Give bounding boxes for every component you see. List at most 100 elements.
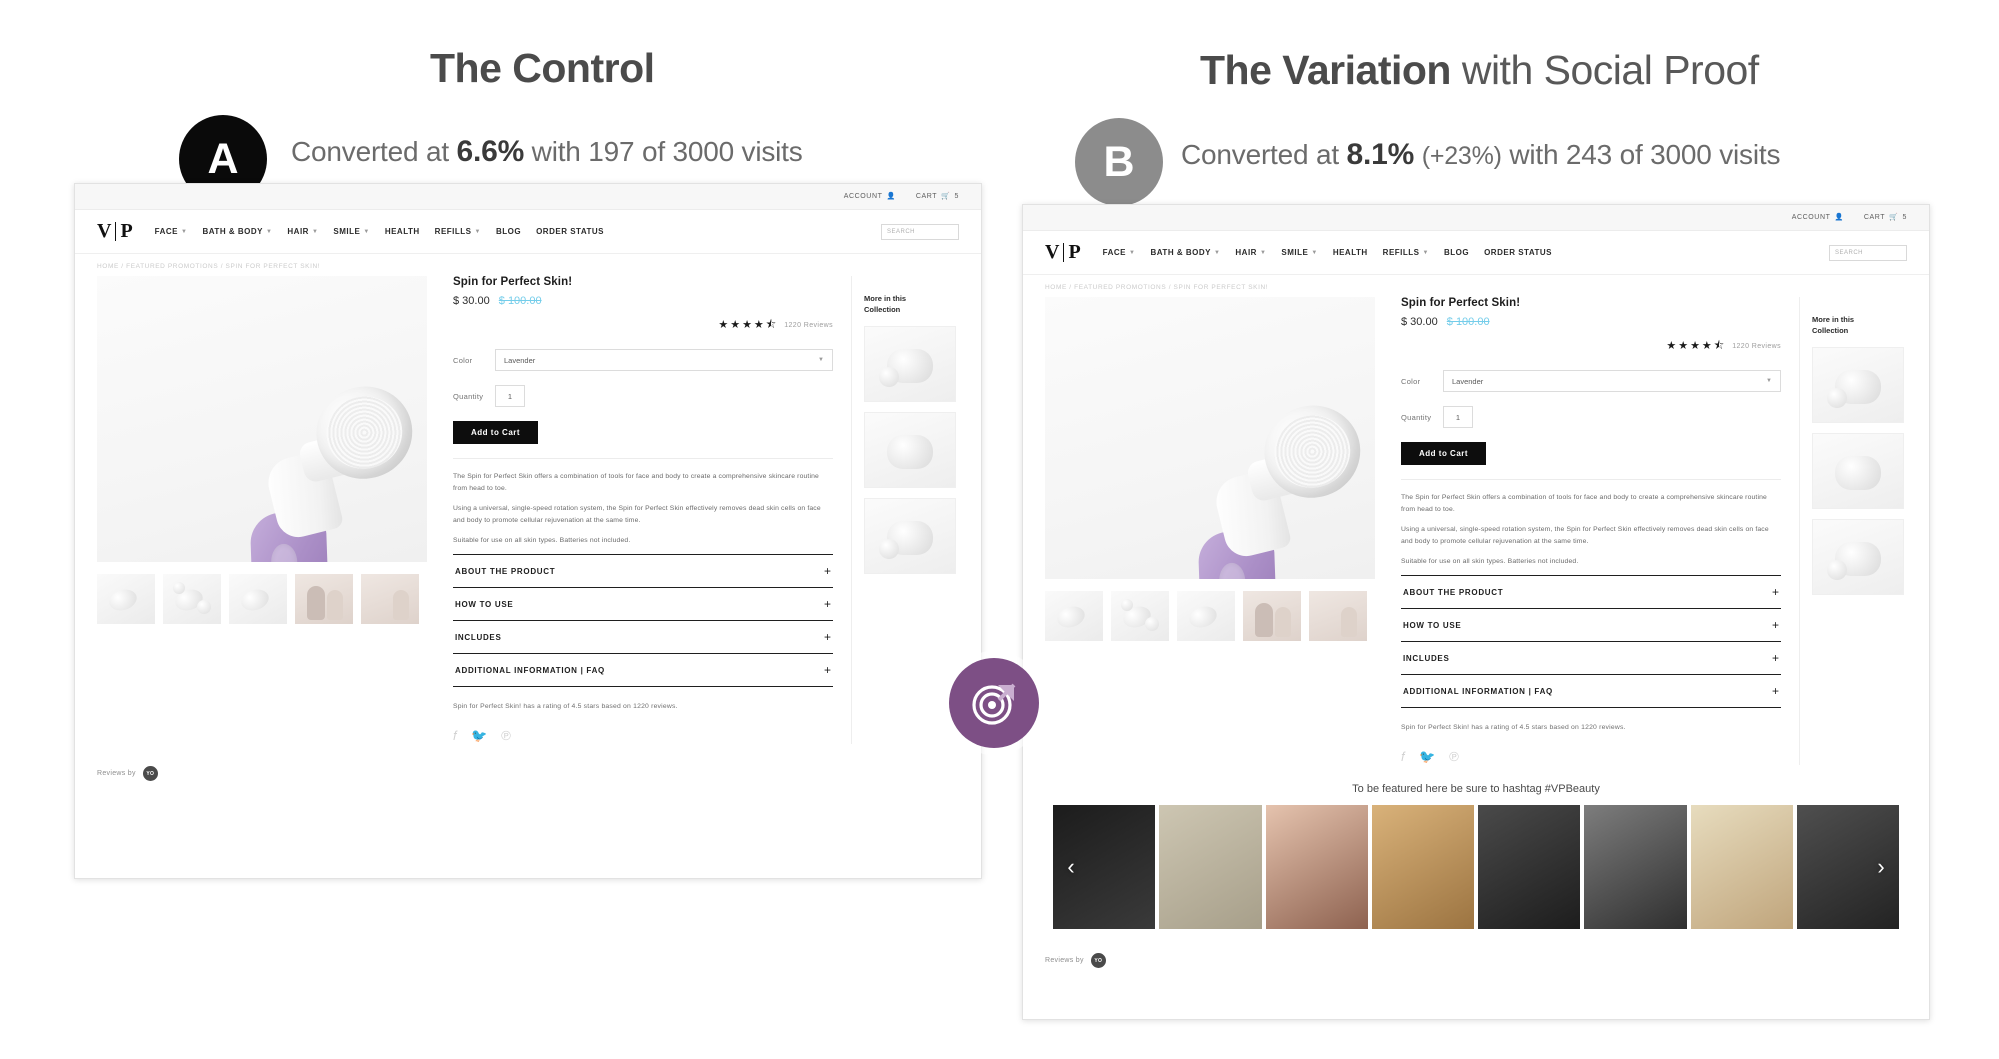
quantity-input[interactable]: 1 bbox=[495, 385, 525, 407]
gallery-thumb[interactable] bbox=[229, 574, 287, 624]
facebook-icon[interactable]: 𝑓 bbox=[453, 728, 457, 744]
nav-item-refills[interactable]: REFILLS ▼ bbox=[1383, 248, 1429, 257]
nav-item-smile[interactable]: SMILE ▼ bbox=[1281, 248, 1317, 257]
cart-link[interactable]: CART 🛒 5 bbox=[1864, 214, 1907, 221]
nav-label: BATH & BODY bbox=[1150, 248, 1211, 257]
ugc-tile[interactable] bbox=[1690, 805, 1793, 930]
pinterest-icon[interactable]: ℗ bbox=[1449, 749, 1459, 765]
search-input[interactable]: SEARCH bbox=[1829, 244, 1907, 261]
ugc-tile[interactable] bbox=[1371, 805, 1474, 930]
gallery-thumb[interactable] bbox=[1309, 591, 1367, 641]
collection-thumb[interactable] bbox=[864, 411, 956, 488]
accordion-includes[interactable]: INCLUDES + bbox=[453, 621, 833, 655]
nav-item-hair[interactable]: HAIR ▼ bbox=[1235, 248, 1266, 257]
gallery-thumb[interactable] bbox=[1243, 591, 1301, 641]
collection-thumb[interactable] bbox=[864, 497, 956, 574]
accordion-additional-information-faq[interactable]: ADDITIONAL INFORMATION | FAQ + bbox=[1401, 675, 1781, 709]
add-to-cart-button[interactable]: Add to Cart bbox=[453, 421, 539, 444]
nav-item-health[interactable]: HEALTH bbox=[385, 227, 420, 236]
quantity-label: Quantity bbox=[453, 391, 484, 401]
control-screenshot[interactable]: ACCOUNT 👤 CART 🛒 5 VP FACE ▼ BATH & BODY ▼… bbox=[74, 183, 982, 879]
collection-thumb[interactable] bbox=[1812, 518, 1904, 595]
control-badge-letter: A bbox=[207, 134, 239, 183]
nav-item-order-status[interactable]: ORDER STATUS bbox=[536, 227, 604, 236]
nav-item-bath-body[interactable]: BATH & BODY ▼ bbox=[202, 227, 272, 236]
nav-item-face[interactable]: FACE ▼ bbox=[1103, 248, 1136, 257]
utility-bar: ACCOUNT 👤 CART 🛒 5 bbox=[1023, 205, 1929, 231]
gallery-thumb[interactable] bbox=[361, 574, 419, 624]
search-placeholder: SEARCH bbox=[887, 228, 916, 235]
account-link[interactable]: ACCOUNT 👤 bbox=[844, 193, 896, 200]
product-title: Spin for Perfect Skin! bbox=[453, 276, 573, 288]
collection-thumb[interactable] bbox=[1812, 346, 1904, 423]
pinterest-icon[interactable]: ℗ bbox=[501, 728, 511, 744]
color-value: Lavender bbox=[504, 355, 536, 365]
divider bbox=[453, 458, 833, 459]
nav-item-bath-body[interactable]: BATH & BODY ▼ bbox=[1150, 248, 1220, 257]
accordion-how-to-use[interactable]: HOW TO USE + bbox=[453, 588, 833, 622]
quantity-input[interactable]: 1 bbox=[1443, 406, 1473, 428]
nav-label: HEALTH bbox=[384, 227, 420, 236]
logo-divider bbox=[1063, 243, 1065, 262]
chevron-left-icon[interactable]: ‹ bbox=[1059, 855, 1083, 879]
twitter-icon[interactable]: 🐦 bbox=[471, 728, 487, 744]
nav-item-face[interactable]: FACE ▼ bbox=[155, 227, 188, 236]
search-input[interactable]: SEARCH bbox=[881, 223, 959, 240]
cart-link[interactable]: CART 🛒 5 bbox=[916, 193, 959, 200]
chevron-right-icon[interactable]: › bbox=[1869, 855, 1893, 879]
chevron-down-icon: ▼ bbox=[474, 228, 481, 235]
product-rating[interactable]: ★★★★⯪ 1220 Reviews bbox=[453, 316, 833, 335]
gallery-thumb[interactable] bbox=[295, 574, 353, 624]
accordion-additional-information-faq[interactable]: ADDITIONAL INFORMATION | FAQ + bbox=[453, 654, 833, 688]
nav-item-hair[interactable]: HAIR ▼ bbox=[287, 227, 318, 236]
twitter-icon[interactable]: 🐦 bbox=[1419, 749, 1435, 765]
nav-item-smile[interactable]: SMILE ▼ bbox=[333, 227, 369, 236]
color-select[interactable]: Lavender ▼ bbox=[495, 349, 833, 371]
accordion-label: ADDITIONAL INFORMATION | FAQ bbox=[455, 665, 605, 675]
ugc-tile[interactable] bbox=[1159, 805, 1262, 930]
site-logo[interactable]: VP bbox=[97, 220, 133, 243]
control-rate: 6.6% bbox=[456, 135, 525, 168]
gallery-thumb[interactable] bbox=[163, 574, 221, 624]
collection-thumb[interactable] bbox=[1812, 432, 1904, 509]
gallery-thumb[interactable] bbox=[97, 574, 155, 624]
collection-thumb[interactable] bbox=[864, 325, 956, 402]
product-info: Spin for Perfect Skin! $ 30.00 $ 100.00 … bbox=[1375, 297, 1799, 765]
variation-stats: Converted at 8.1% (+23%) with 243 of 300… bbox=[1181, 138, 1780, 172]
accordion-includes[interactable]: INCLUDES + bbox=[1401, 642, 1781, 676]
accordion-label: HOW TO USE bbox=[1403, 620, 1462, 630]
ugc-tile[interactable] bbox=[1478, 805, 1581, 930]
product-hero-image[interactable] bbox=[1045, 297, 1375, 579]
product-rating[interactable]: ★★★★⯪ 1220 Reviews bbox=[1401, 337, 1781, 356]
variation-delta: (+23%) bbox=[1421, 142, 1502, 170]
gallery-thumb[interactable] bbox=[1045, 591, 1103, 641]
gallery-thumb[interactable] bbox=[1111, 591, 1169, 641]
variation-screenshot[interactable]: ACCOUNT 👤 CART 🛒 5 VP FACE ▼ BATH & BODY ▼… bbox=[1022, 204, 1930, 1020]
chevron-down-icon: ▼ bbox=[1129, 249, 1136, 256]
add-to-cart-button[interactable]: Add to Cart bbox=[1401, 442, 1487, 465]
cart-label: CART bbox=[1863, 214, 1886, 221]
ugc-tile[interactable] bbox=[1265, 805, 1368, 930]
accordion-about-the-product[interactable]: ABOUT THE PRODUCT + bbox=[1401, 576, 1781, 610]
accordion-about-the-product[interactable]: ABOUT THE PRODUCT + bbox=[453, 555, 833, 589]
variation-rate: 8.1% bbox=[1346, 138, 1415, 171]
accordion-how-to-use[interactable]: HOW TO USE + bbox=[1401, 609, 1781, 643]
nav-item-blog[interactable]: BLOG bbox=[1444, 248, 1469, 257]
nav-item-refills[interactable]: REFILLS ▼ bbox=[435, 227, 481, 236]
nav-item-order-status[interactable]: ORDER STATUS bbox=[1484, 248, 1552, 257]
nav-item-health[interactable]: HEALTH bbox=[1333, 248, 1368, 257]
nav-item-blog[interactable]: BLOG bbox=[496, 227, 521, 236]
site-logo[interactable]: VP bbox=[1045, 241, 1081, 264]
color-select[interactable]: Lavender ▼ bbox=[1443, 370, 1781, 392]
logo-left: V bbox=[97, 220, 112, 242]
gallery-thumb[interactable] bbox=[1177, 591, 1235, 641]
account-link[interactable]: ACCOUNT 👤 bbox=[1792, 214, 1844, 221]
facebook-icon[interactable]: 𝑓 bbox=[1401, 749, 1405, 765]
accordion-label: HOW TO USE bbox=[455, 599, 514, 609]
ugc-tile[interactable] bbox=[1584, 805, 1687, 930]
description-paragraph: Using a universal, single-speed rotation… bbox=[1401, 525, 1769, 545]
account-label: ACCOUNT bbox=[843, 193, 883, 200]
nav-label: ORDER STATUS bbox=[1484, 248, 1553, 257]
product-hero-image[interactable] bbox=[97, 276, 427, 562]
chevron-down-icon: ▼ bbox=[818, 357, 824, 363]
